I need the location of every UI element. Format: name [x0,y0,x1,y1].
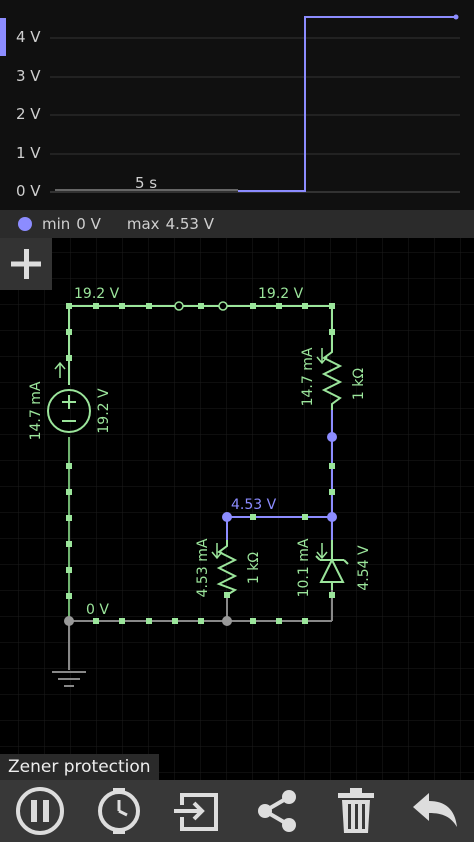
y-tick-1v: 1 V [16,144,41,162]
max-label: max [126,215,160,233]
trash-icon [337,788,374,833]
y-tick-3v: 3 V [16,67,41,85]
pause-icon [15,787,64,835]
label-node-voltage: 4.53 V [231,497,277,513]
label-r1-current: 14.7 mA [300,347,316,406]
label-r1-value: 1 kΩ [351,368,367,400]
undo-icon [412,793,457,827]
label-zener-voltage: 4.54 V [356,545,372,591]
trace-color-dot [18,217,32,231]
label-ground-voltage: 0 V [86,602,109,618]
share-button[interactable] [249,783,305,839]
label-r2-current: 4.53 mA [195,538,211,597]
y-tick-2v: 2 V [16,105,41,123]
y-tick-0v: 0 V [16,182,41,200]
stopwatch-icon [97,788,140,834]
label-zener-current: 10.1 mA [296,538,312,597]
node-dot-a [327,432,337,442]
node-dot-b [327,512,337,522]
top-wire-post-right [218,301,228,311]
scope-graph [50,14,460,193]
y-tick-4v: 4 V [16,28,41,46]
delete-button[interactable] [328,783,384,839]
undo-button[interactable] [407,783,463,839]
export-button[interactable] [170,783,226,839]
label-source-current: 14.7 mA [28,381,44,440]
min-value: 0 V [76,215,101,233]
plus-icon [11,249,41,279]
ground-node-dot [64,616,74,626]
bottom-node-dot [222,616,232,626]
share-icon [257,790,296,832]
circuit-canvas[interactable]: 19.2 V 19.2 V 14.7 mA 19.2 V 14.7 mA 1 k… [0,238,474,780]
top-wire-post-left [174,301,184,311]
export-icon [173,793,218,831]
label-top-right-voltage: 19.2 V [258,286,304,302]
label-r2-value: 1 kΩ [246,552,262,584]
scope-trace [238,16,456,192]
label-top-left-voltage: 19.2 V [74,286,120,302]
scope-legend: min 0 V max 4.53 V [0,210,474,238]
add-component-button[interactable] [0,238,52,290]
pause-button[interactable] [12,783,68,839]
circuit-name-label: Zener protection [0,754,159,780]
min-label: min [42,215,71,233]
node-dot-c [222,512,232,522]
bottom-toolbar [0,780,474,842]
label-source-voltage: 19.2 V [96,388,112,434]
time-scale-label: 5 s [135,174,158,192]
scope-panel[interactable]: 4 V 3 V 2 V 1 V 0 V 5 s [0,0,474,210]
max-value: 4.53 V [165,215,214,233]
timer-button[interactable] [91,783,147,839]
